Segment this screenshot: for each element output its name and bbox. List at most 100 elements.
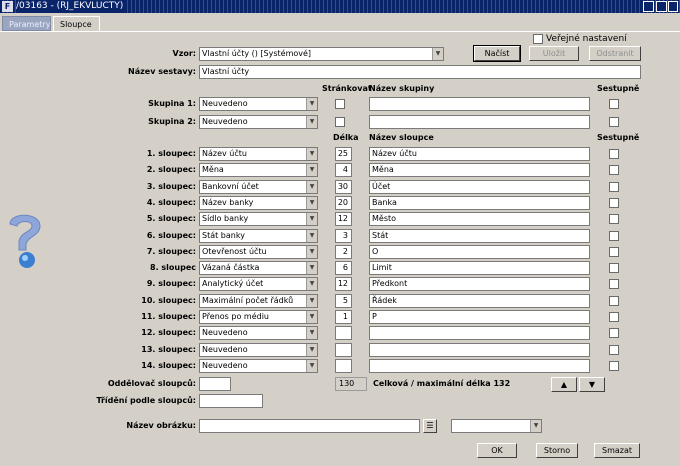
chevron-down-icon: ▼ xyxy=(306,181,317,193)
odstranit-button[interactable]: Odstranit xyxy=(589,46,641,61)
chevron-down-icon: ▼ xyxy=(306,262,317,274)
column-select[interactable]: Maximální počet řádků ▼ xyxy=(199,294,318,308)
column-descending-checkbox[interactable] xyxy=(609,263,619,273)
column-select-value: Maximální počet řádků xyxy=(202,296,294,305)
column-select[interactable]: Neuvedeno ▼ xyxy=(199,359,318,373)
column-name-input[interactable]: O xyxy=(369,245,590,259)
move-down-button[interactable]: ▼ xyxy=(579,377,605,392)
column-length-input[interactable]: 3 xyxy=(335,229,352,243)
column-length-input[interactable]: 30 xyxy=(335,180,352,194)
chevron-down-icon: ▼ xyxy=(306,311,317,323)
column-descending-checkbox[interactable] xyxy=(609,247,619,257)
column-descending-checkbox[interactable] xyxy=(609,198,619,208)
column-name-input[interactable] xyxy=(369,343,590,357)
nacist-button[interactable]: Načíst xyxy=(473,45,521,62)
maximize-button[interactable] xyxy=(656,1,667,12)
column-name-input[interactable]: Řádek xyxy=(369,294,590,308)
group-descending-checkbox[interactable] xyxy=(609,99,619,109)
group-paging-checkbox[interactable] xyxy=(335,117,345,127)
column-name-input[interactable] xyxy=(369,326,590,340)
arrow-down-icon: ▼ xyxy=(588,380,596,389)
group-name-input[interactable] xyxy=(369,97,590,111)
column-select[interactable]: Měna ▼ xyxy=(199,163,318,177)
column-select[interactable]: Otevřenost účtu ▼ xyxy=(199,245,318,259)
column-name-input[interactable]: Měna xyxy=(369,163,590,177)
ok-button[interactable]: OK xyxy=(477,443,517,458)
image-type-select[interactable]: ▼ xyxy=(451,419,542,433)
oddelovac-label: Oddělovač sloupců: xyxy=(107,379,196,388)
group-select[interactable]: Neuvedeno ▼ xyxy=(199,97,318,111)
oddelovac-input[interactable] xyxy=(199,377,231,391)
column-descending-checkbox[interactable] xyxy=(609,312,619,322)
column-descending-checkbox[interactable] xyxy=(609,182,619,192)
smazat-button[interactable]: Smazat xyxy=(594,443,640,458)
column-length-input[interactable] xyxy=(335,326,352,340)
column-select[interactable]: Bankovní účet ▼ xyxy=(199,180,318,194)
column-select[interactable]: Neuvedeno ▼ xyxy=(199,326,318,340)
column-length-input[interactable]: 20 xyxy=(335,196,352,210)
group-select[interactable]: Neuvedeno ▼ xyxy=(199,115,318,129)
column-descending-checkbox[interactable] xyxy=(609,345,619,355)
group-select-value: Neuvedeno xyxy=(202,117,248,126)
column-descending-checkbox[interactable] xyxy=(609,231,619,241)
move-up-button[interactable]: ▲ xyxy=(551,377,577,392)
column-length-input[interactable]: 5 xyxy=(335,294,352,308)
column-select[interactable]: Název účtu ▼ xyxy=(199,147,318,161)
column-select[interactable]: Přenos po médiu ▼ xyxy=(199,310,318,324)
column-name-input[interactable]: Stát xyxy=(369,229,590,243)
tab-sloupce[interactable]: Sloupce xyxy=(53,16,100,31)
column-length-input[interactable]: 1 xyxy=(335,310,352,324)
vzor-select[interactable]: Vlastní účty () [Systémové] ▼ xyxy=(199,47,444,61)
nazev-obrazku-input[interactable] xyxy=(199,419,420,433)
column-length-input[interactable]: 12 xyxy=(335,277,352,291)
column-name-input[interactable]: Název účtu xyxy=(369,147,590,161)
column-name-input[interactable]: P xyxy=(369,310,590,324)
storno-button[interactable]: Storno xyxy=(536,443,578,458)
column-descending-checkbox[interactable] xyxy=(609,328,619,338)
trideni-input[interactable] xyxy=(199,394,263,408)
column-descending-checkbox[interactable] xyxy=(609,165,619,175)
column-label: 5. sloupec: xyxy=(146,214,196,223)
chevron-down-icon: ▼ xyxy=(306,213,317,225)
group-descending-checkbox[interactable] xyxy=(609,117,619,127)
column-select-value: Bankovní účet xyxy=(202,182,259,191)
group-paging-checkbox[interactable] xyxy=(335,99,345,109)
column-label: 8. sloupec xyxy=(150,263,196,272)
column-descending-checkbox[interactable] xyxy=(609,214,619,224)
column-select[interactable]: Sídlo banky ▼ xyxy=(199,212,318,226)
close-button[interactable] xyxy=(668,1,678,12)
column-select[interactable]: Stát banky ▼ xyxy=(199,229,318,243)
chevron-down-icon: ▼ xyxy=(306,246,317,258)
ulozit-button[interactable]: Uložit xyxy=(529,46,579,61)
minimize-button[interactable] xyxy=(643,1,654,12)
column-name-input[interactable]: Limit xyxy=(369,261,590,275)
column-length-input[interactable]: 4 xyxy=(335,163,352,177)
column-name-input[interactable]: Účet xyxy=(369,180,590,194)
column-length-input[interactable]: 12 xyxy=(335,212,352,226)
column-descending-checkbox[interactable] xyxy=(609,361,619,371)
public-setting-checkbox[interactable] xyxy=(533,34,543,44)
title-bar[interactable]: F /03163 - (RJ_EKVLUCTY) xyxy=(0,0,680,13)
column-length-input[interactable] xyxy=(335,343,352,357)
column-length-input[interactable]: 2 xyxy=(335,245,352,259)
column-select[interactable]: Název banky ▼ xyxy=(199,196,318,210)
column-select[interactable]: Neuvedeno ▼ xyxy=(199,343,318,357)
column-select[interactable]: Analytický účet ▼ xyxy=(199,277,318,291)
column-name-input[interactable] xyxy=(369,359,590,373)
column-descending-checkbox[interactable] xyxy=(609,296,619,306)
column-length-input[interactable]: 25 xyxy=(335,147,352,161)
browse-button[interactable]: ☰ xyxy=(423,419,437,433)
chevron-down-icon: ▼ xyxy=(432,48,443,60)
column-name-input[interactable]: Město xyxy=(369,212,590,226)
chevron-down-icon: ▼ xyxy=(306,295,317,307)
column-descending-checkbox[interactable] xyxy=(609,279,619,289)
column-name-input[interactable]: Banka xyxy=(369,196,590,210)
nazev-sestavy-input[interactable]: Vlastní účty xyxy=(199,65,641,79)
column-name-input[interactable]: Předkont xyxy=(369,277,590,291)
tab-parametry[interactable]: Parametry xyxy=(2,16,51,31)
column-length-input[interactable]: 6 xyxy=(335,261,352,275)
column-descending-checkbox[interactable] xyxy=(609,149,619,159)
column-select[interactable]: Vázaná částka ▼ xyxy=(199,261,318,275)
column-length-input[interactable] xyxy=(335,359,352,373)
group-name-input[interactable] xyxy=(369,115,590,129)
